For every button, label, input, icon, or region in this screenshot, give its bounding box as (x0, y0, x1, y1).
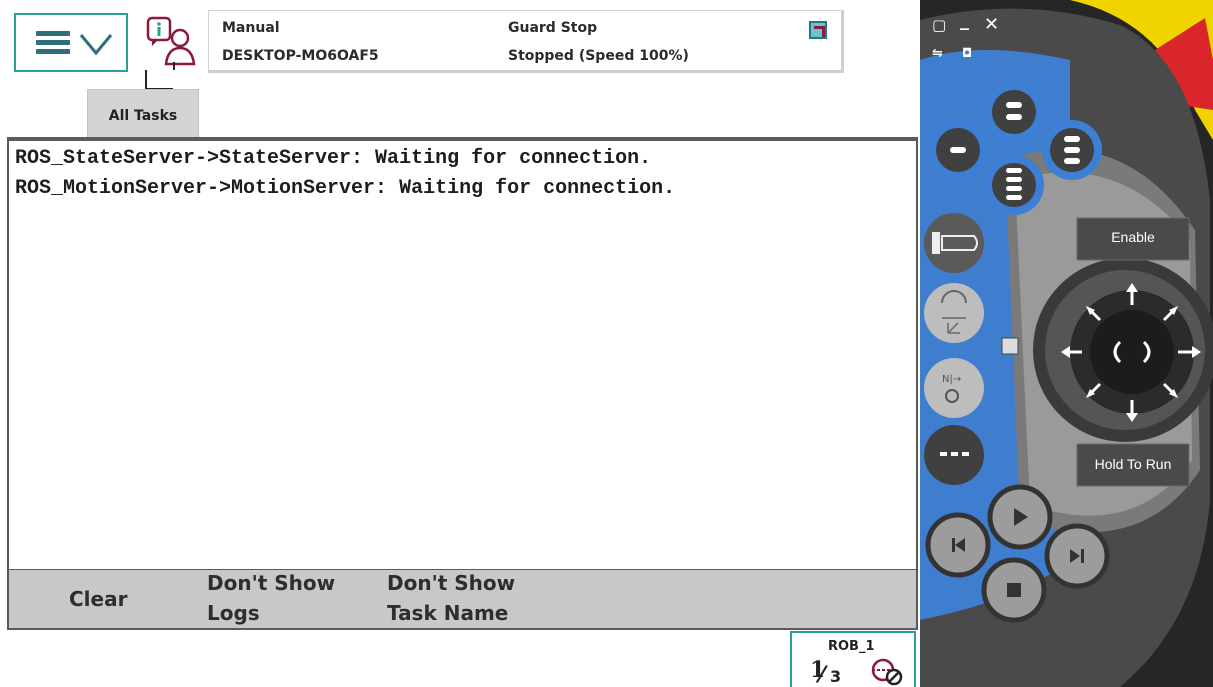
enable-label: Enable (1111, 229, 1155, 245)
hamburger-menu-icon (36, 31, 70, 55)
tab-connector-line (145, 62, 175, 90)
fraction-slash: ⁄ (820, 663, 824, 687)
speed-fraction-denominator: 3 (830, 667, 842, 686)
hold-to-run-label: Hold To Run (1094, 456, 1172, 472)
more-options-button[interactable] (924, 425, 984, 485)
motion-mode-button[interactable] (924, 283, 984, 343)
program-run-state: Stopped (Speed 100%) (508, 48, 689, 64)
status-bar[interactable]: Manual DESKTOP-MO6OAF5 Guard Stop Stoppe… (208, 10, 844, 73)
dont-show-logs-line1: Don't Show (207, 571, 336, 595)
close-window-icon[interactable]: ✕ (984, 14, 999, 35)
minimize-window-icon[interactable]: _ (960, 10, 969, 31)
jog-mode-linear-icon (871, 658, 903, 686)
log-line: ROS_MotionServer->MotionServer: Waiting … (15, 177, 676, 200)
event-log-info-icon[interactable] (144, 16, 200, 68)
robot-unit-label: ROB_1 (828, 639, 875, 654)
dont-show-task-line1: Don't Show (387, 571, 516, 595)
quickset-mechanical-unit[interactable]: ROB_1 1 ⁄ 3 (790, 631, 916, 687)
restore-window-icon[interactable]: ▢ (932, 16, 946, 34)
dont-show-logs-button[interactable]: Don't Show Logs (207, 568, 335, 628)
virtual-flexpendant-hardware: N|→ ▢ _ ✕ ⇋ ◘ Enable Hold To Run (920, 0, 1213, 687)
increment-button[interactable]: N|→ (924, 358, 984, 418)
clear-button[interactable]: Clear (69, 584, 127, 614)
quickset-icon[interactable] (809, 21, 827, 39)
log-line: ROS_StateServer->StateServer: Waiting fo… (15, 147, 652, 170)
chevron-down-icon (79, 34, 113, 56)
mechanical-unit-button[interactable] (924, 213, 984, 273)
command-bar: Clear Don't Show Logs Don't Show Task Na… (7, 570, 918, 630)
svg-text:N|→: N|→ (942, 374, 961, 385)
dont-show-logs-line2: Logs (207, 601, 260, 625)
dont-show-task-name-button[interactable]: Don't Show Task Name (387, 568, 515, 628)
camera-icon[interactable]: ◘ (962, 46, 972, 60)
tab-all-tasks[interactable]: All Tasks (87, 89, 199, 137)
log-output: ROS_StateServer->StateServer: Waiting fo… (7, 137, 918, 571)
operating-mode: Manual (222, 20, 280, 36)
joystick-lock-icon[interactable] (1001, 337, 1019, 355)
swap-hand-icon[interactable]: ⇋ (932, 46, 943, 61)
joystick[interactable] (1033, 258, 1213, 442)
dont-show-task-line2: Task Name (387, 601, 509, 625)
main-menu-button[interactable] (14, 13, 128, 72)
controller-state: Guard Stop (508, 20, 598, 36)
controller-name: DESKTOP-MO6OAF5 (222, 48, 379, 64)
flexpendant-screen: Manual DESKTOP-MO6OAF5 Guard Stop Stoppe… (0, 0, 920, 687)
